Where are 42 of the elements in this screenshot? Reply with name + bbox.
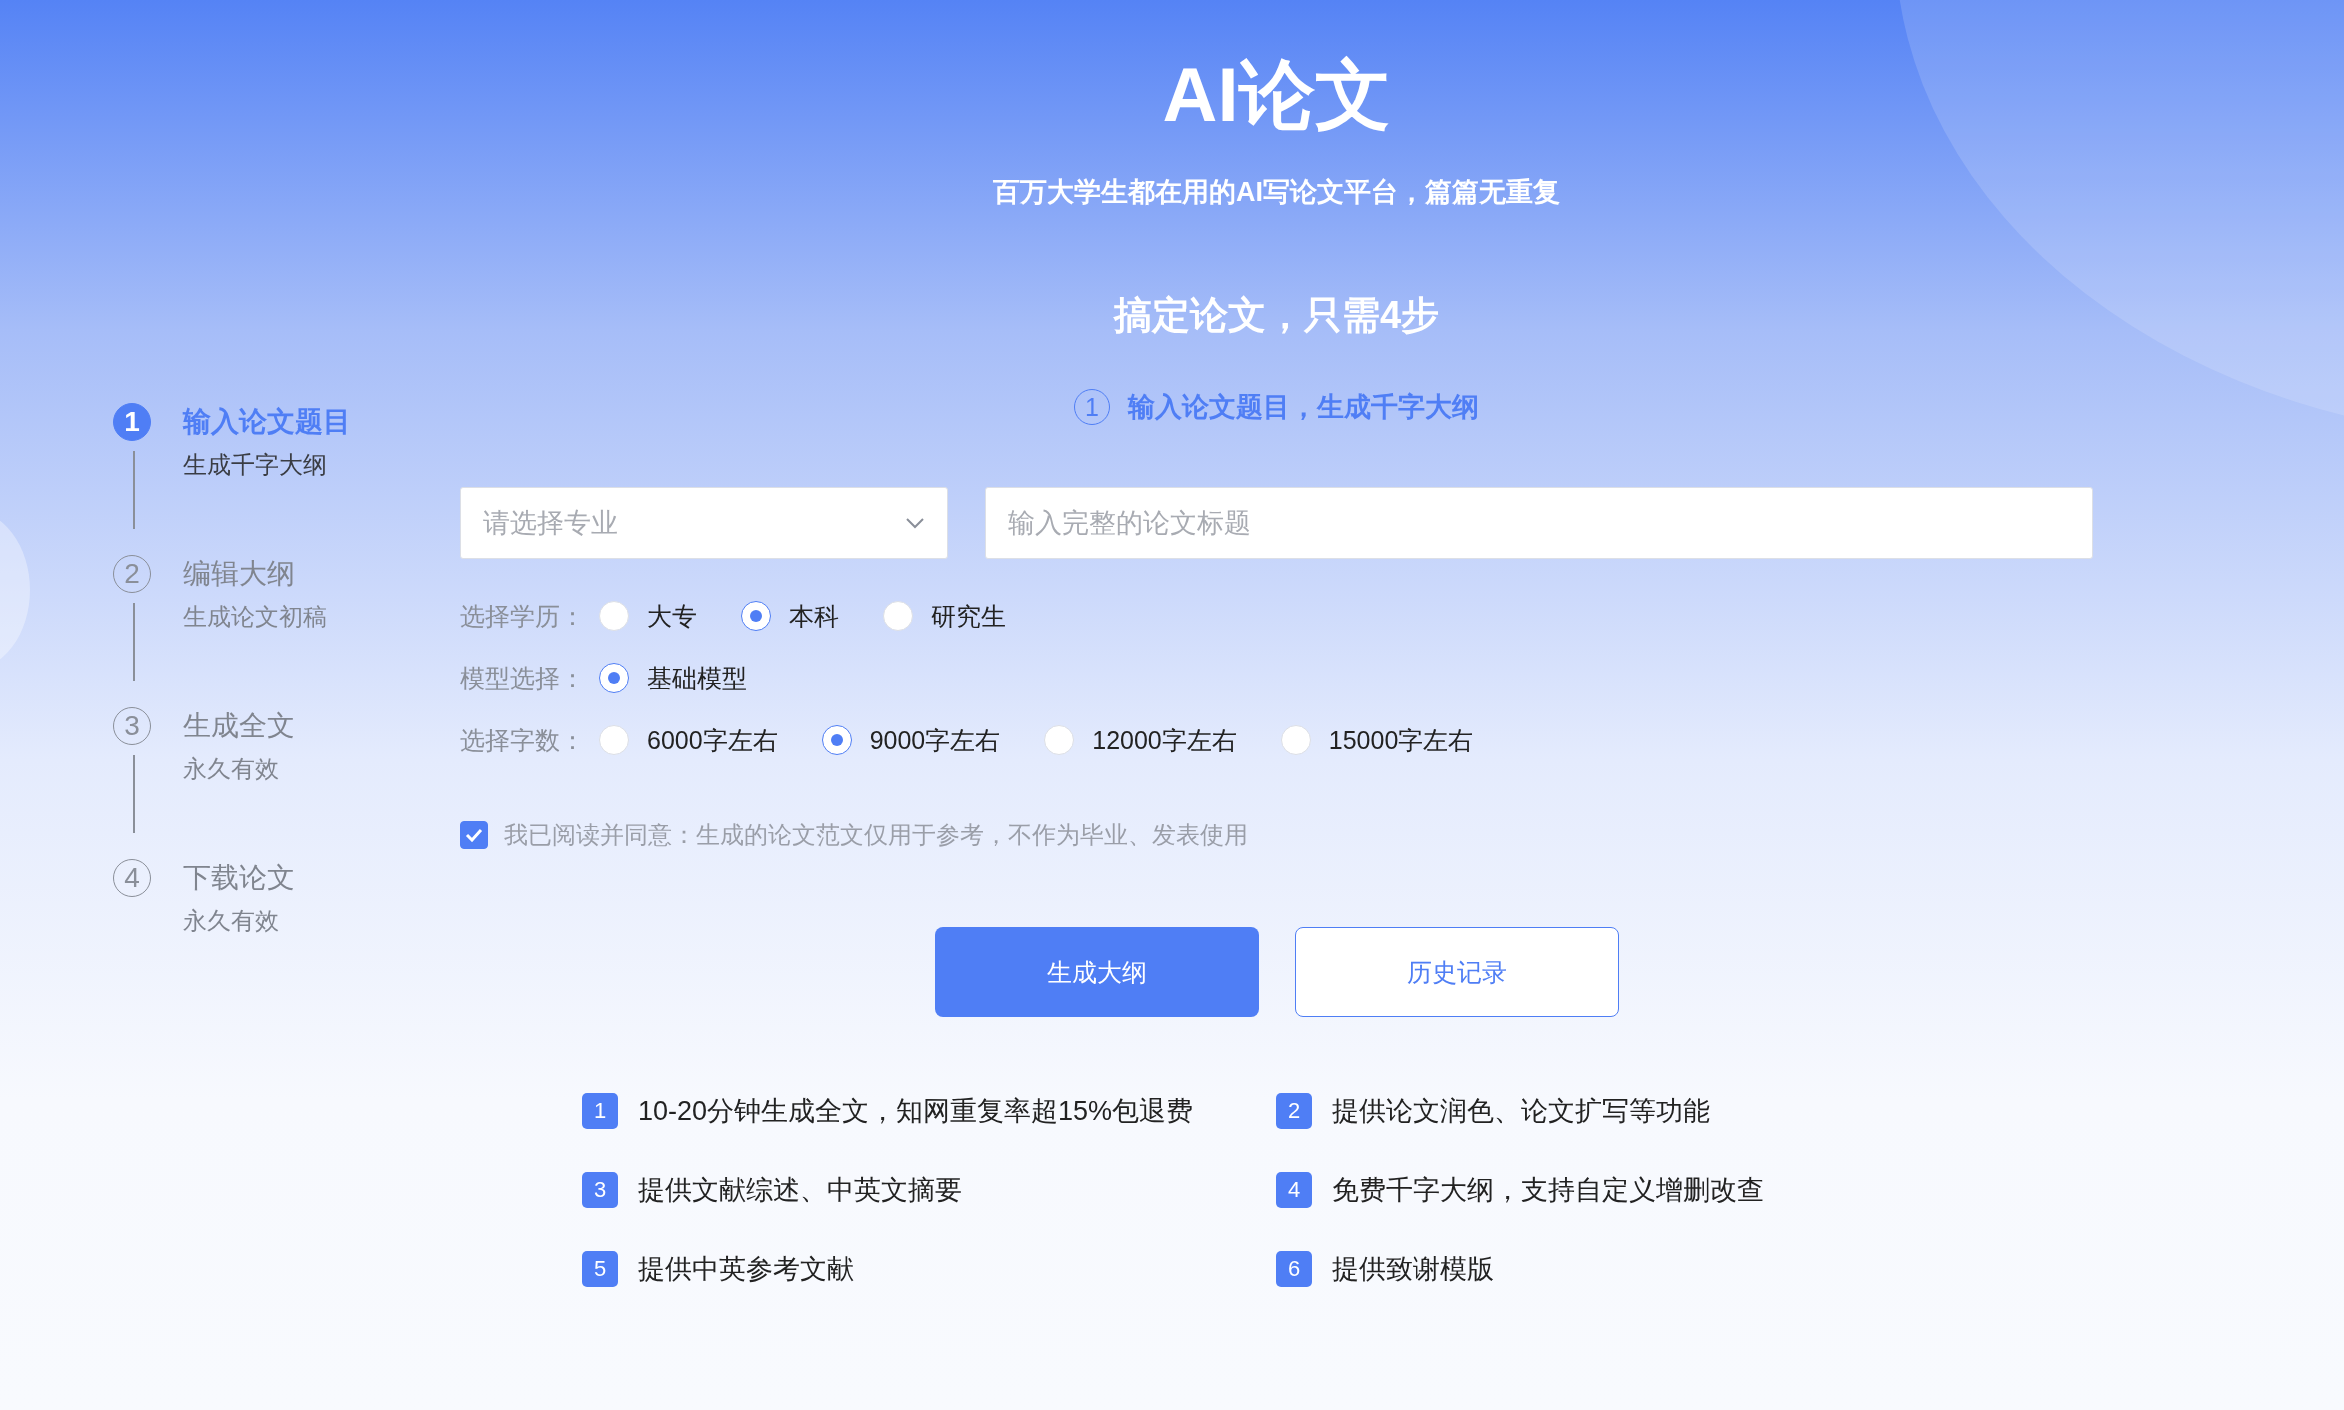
title-input[interactable]: 输入完整的论文标题	[985, 487, 2093, 559]
number-badge: 4	[1276, 1172, 1312, 1208]
checkmark-icon	[465, 828, 483, 842]
radio-label[interactable]: 基础模型	[647, 661, 747, 695]
step-number: 1	[113, 403, 151, 441]
number-badge: 5	[582, 1251, 618, 1287]
section-heading: 搞定论文，只需4步	[1113, 293, 1440, 338]
number-badge: 1	[582, 1093, 618, 1129]
feature-text: 提供中英参考文献	[638, 1253, 854, 1286]
feature-text: 10-20分钟生成全文，知网重复率超15%包退费	[638, 1095, 1194, 1128]
page-title: AI论文	[1162, 51, 1391, 139]
radio-label[interactable]: 6000字左右	[647, 723, 778, 757]
radio-button[interactable]	[599, 663, 629, 693]
radio-label[interactable]: 15000字左右	[1328, 723, 1474, 757]
step-caption: 生成千字大纲	[183, 450, 328, 480]
radio-label[interactable]: 本科	[789, 599, 839, 633]
radio-button[interactable]	[741, 601, 771, 631]
radio-button[interactable]	[821, 725, 852, 755]
step-caption: 永久有效	[183, 906, 280, 936]
feature-text: 提供致谢模版	[1332, 1253, 1494, 1286]
page-subtitle: 百万大学生都在用的AI写论文平台，篇篇无重复	[993, 176, 1560, 209]
option-label: 模型选择：	[460, 662, 585, 694]
feature-text: 提供文献综述、中英文摘要	[638, 1174, 962, 1207]
chevron-down-icon	[905, 517, 925, 529]
generate-outline-button[interactable]: 生成大纲	[934, 927, 1259, 1017]
number-badge: 2	[1276, 1093, 1312, 1129]
feature-text: 免费千字大纲，支持自定义增删改查	[1332, 1174, 1764, 1207]
radio-label[interactable]: 大专	[647, 599, 697, 633]
radio-label[interactable]: 研究生	[931, 599, 1006, 633]
number-badge: 3	[582, 1172, 618, 1208]
agree-checkbox[interactable]	[460, 821, 488, 849]
step-caption: 永久有效	[183, 754, 280, 784]
step-caption: 生成论文初稿	[183, 602, 328, 632]
history-button[interactable]: 历史记录	[1294, 927, 1619, 1017]
radio-label[interactable]: 12000字左右	[1092, 723, 1237, 757]
agreement-text: 我已阅读并同意：生成的论文范文仅用于参考，不作为毕业、发表使用	[504, 820, 1248, 850]
option-label: 选择字数：	[460, 724, 585, 756]
step-heading: 输入论文题目，生成千字大纲	[1128, 391, 1479, 424]
radio-label[interactable]: 9000字左右	[869, 723, 1001, 757]
option-label: 选择学历：	[460, 600, 585, 632]
feature-text: 提供论文润色、论文扩写等功能	[1332, 1095, 1710, 1128]
number-badge: 6	[1276, 1251, 1312, 1287]
